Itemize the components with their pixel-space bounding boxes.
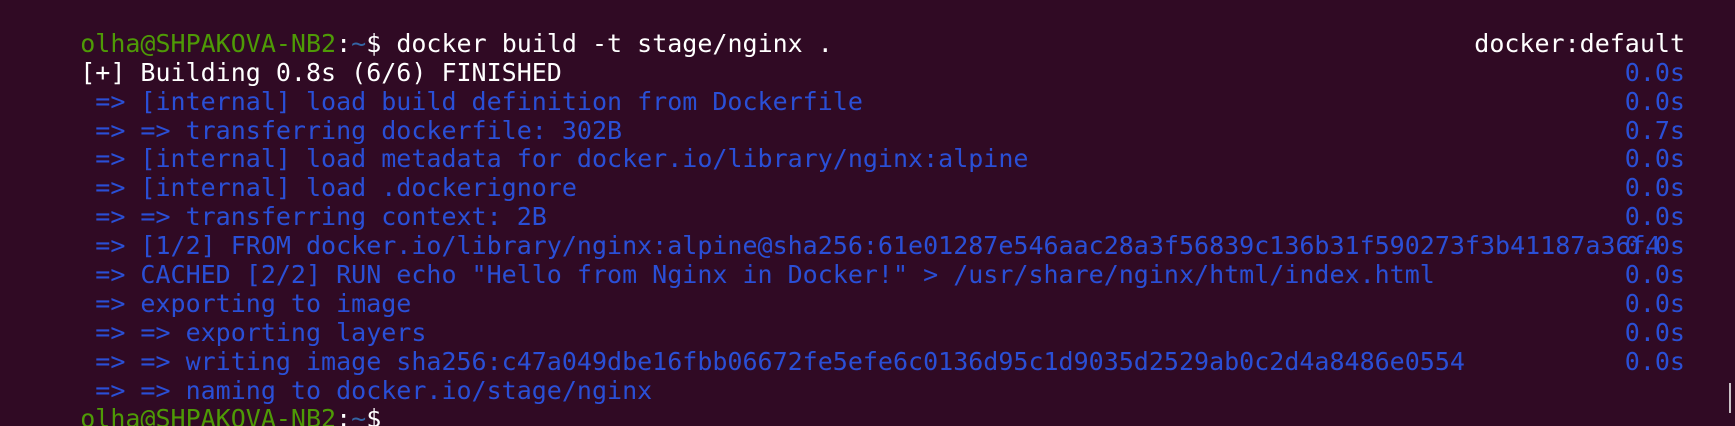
step-line: => [internal] load build definition from… (20, 57, 1685, 116)
build-context: docker:default (1474, 28, 1685, 58)
step-line: => => writing image sha256:c47a049dbe16f… (20, 317, 1685, 376)
step-duration: 0.0s (1624, 57, 1685, 87)
prompt-user-host: olha@SHPAKOVA-NB2 (80, 404, 337, 426)
step-line: => [1/2] FROM docker.io/library/nginx:al… (20, 202, 1685, 260)
step-line: => exporting to image 0.0s (20, 260, 1685, 318)
step-duration: 0.0s (1624, 144, 1685, 174)
step-line: => => naming to docker.io/stage/nginx 0.… (20, 346, 1685, 405)
prompt-separator: : (336, 404, 352, 426)
step-duration: 0.0s (1624, 173, 1685, 203)
step-duration: 0.0s (1624, 260, 1685, 290)
step-duration: 0.7s (1624, 115, 1685, 145)
step-line: => => exporting layers 0.0s (20, 288, 1685, 347)
step-duration: 0.0s (1624, 86, 1685, 116)
step-duration: 0.0s (1624, 317, 1685, 347)
scrollbar-handle[interactable] (1729, 383, 1731, 413)
step-duration: 0.0s (1624, 231, 1685, 261)
step-duration: 0.0s (1624, 346, 1685, 376)
step-line: => [internal] load metadata for docker.i… (20, 115, 1685, 174)
prompt-line[interactable]: olha@SHPAKOVA-NB2:~$ (20, 377, 1685, 426)
prompt-symbol: $ (366, 404, 382, 426)
prompt-path: ~ (351, 404, 367, 426)
step-line: => CACHED [2/2] RUN echo "Hello from Ngi… (20, 231, 1685, 289)
step-line: => => transferring dockerfile: 302B 0.0s (20, 86, 1685, 145)
step-line: => => transferring context: 2B 0.0s (20, 173, 1685, 231)
build-header-line: [+] Building 0.8s (6/6) FINISHED docker:… (20, 28, 1685, 87)
step-duration: 0.0s (1624, 202, 1685, 232)
step-duration: 0.0s (1624, 288, 1685, 318)
step-line: => [internal] load .dockerignore 0.0s (20, 144, 1685, 203)
terminal-window[interactable]: olha@SHPAKOVA-NB2:~$ docker build -t sta… (0, 0, 1735, 426)
command-line: olha@SHPAKOVA-NB2:~$ docker build -t sta… (20, 1, 1685, 58)
